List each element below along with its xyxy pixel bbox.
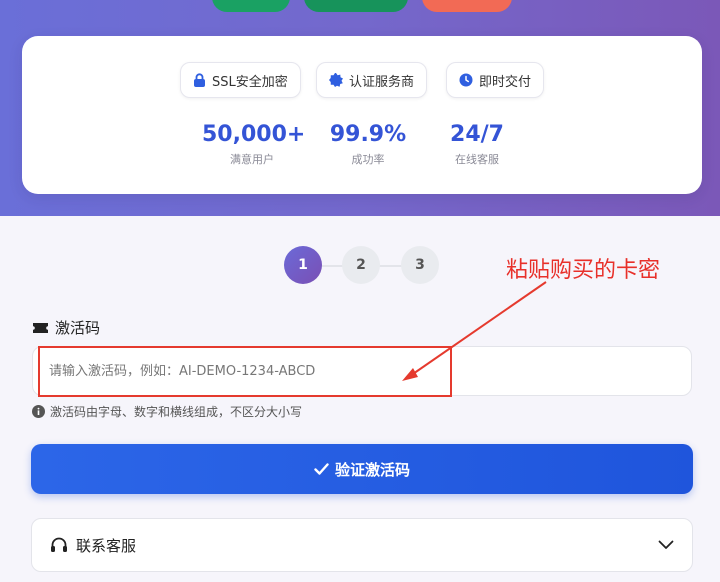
stat-value: 99.9% xyxy=(329,122,407,147)
stat-label: 成功率 xyxy=(351,153,385,166)
field-label-text: 激活码 xyxy=(55,319,101,337)
verify-activation-button[interactable]: 验证激活码 xyxy=(31,444,693,494)
step-1: 1 xyxy=(284,246,322,284)
verify-button-label: 验证激活码 xyxy=(334,460,410,479)
support-label: 联系客服 xyxy=(76,536,137,555)
ticket-icon xyxy=(33,322,48,333)
step-2: 2 xyxy=(342,246,380,284)
hero-banner: SSL安全加密 认证服务商 即时交付 50,000+ 满意用户 99.9% 成功… xyxy=(0,0,720,216)
step-indicator: 1 2 3 xyxy=(284,246,440,286)
stat-users: 50,000+ 满意用户 xyxy=(202,122,306,167)
instant-delivery-badge: 即时交付 xyxy=(446,62,545,98)
activation-code-input[interactable] xyxy=(33,347,691,395)
stat-success-rate: 99.9% 成功率 xyxy=(318,122,418,167)
stat-value: 24/7 xyxy=(450,122,504,147)
certified-badge: 认证服务商 xyxy=(316,62,428,98)
stat-support-hours: 24/7 在线客服 xyxy=(427,122,527,167)
check-icon xyxy=(314,463,329,475)
contact-support-accordion[interactable]: 联系客服 xyxy=(31,518,693,572)
top-nav-pill[interactable] xyxy=(304,0,408,12)
top-nav-pill[interactable] xyxy=(422,0,512,12)
top-nav-pill[interactable] xyxy=(212,0,290,12)
chevron-down-icon[interactable] xyxy=(658,540,674,550)
stat-value: 50,000+ xyxy=(202,122,306,147)
trust-stats-card: SSL安全加密 认证服务商 即时交付 50,000+ 满意用户 99.9% 成功… xyxy=(22,36,702,194)
badge-label: 认证服务商 xyxy=(349,74,415,90)
stat-label: 满意用户 xyxy=(230,153,274,166)
annotation-note: 粘贴购买的卡密 xyxy=(506,258,661,283)
verified-badge-icon xyxy=(329,73,343,87)
badge-label: 即时交付 xyxy=(479,74,532,90)
activation-hint: 激活码由字母、数字和横线组成，不区分大小写 xyxy=(32,403,302,420)
activation-code-field[interactable] xyxy=(32,346,692,396)
info-icon xyxy=(32,405,45,418)
clock-icon xyxy=(459,73,473,87)
step-3: 3 xyxy=(401,246,439,284)
lock-icon xyxy=(194,73,205,87)
badge-label: SSL安全加密 xyxy=(212,74,288,90)
hint-text: 激活码由字母、数字和横线组成，不区分大小写 xyxy=(50,405,303,419)
ssl-badge: SSL安全加密 xyxy=(180,62,301,98)
activation-code-label: 激活码 xyxy=(32,317,100,338)
headset-icon xyxy=(51,537,67,552)
stat-label: 在线客服 xyxy=(455,153,499,166)
